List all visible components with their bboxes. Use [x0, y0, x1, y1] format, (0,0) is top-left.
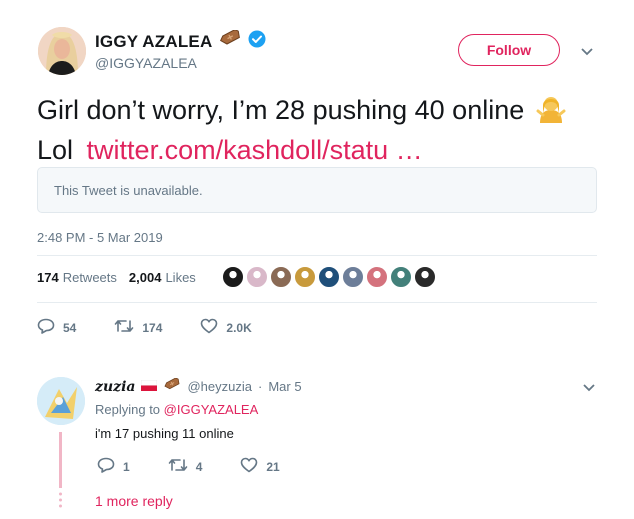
reply-display-name[interactable]: zuzia [95, 379, 135, 395]
retweet-action[interactable]: 174 [114, 318, 162, 337]
reply-handle[interactable]: @heyzuzia [187, 379, 252, 394]
liker-avatar[interactable] [222, 266, 244, 288]
reply-icon [37, 318, 55, 337]
retweet-icon [114, 318, 134, 337]
tweet-text: Girl don’t worry, I’m 28 pushing 40 onli… [37, 92, 607, 168]
like-action[interactable]: 2.0K [200, 318, 252, 337]
likes-count: 2,004 [128, 270, 162, 285]
coffin-emoji-icon [163, 377, 181, 395]
reply-text: i'm 17 pushing 11 online [95, 426, 234, 441]
reply-header: zuzia @heyzuzia · Mar 5 [95, 377, 302, 395]
likes-label: Likes [165, 270, 196, 285]
divider [37, 255, 597, 256]
zuzia-avatar[interactable] [37, 377, 85, 425]
reply-retweet-action[interactable]: 4 [168, 457, 203, 476]
tweet-timestamp[interactable]: 2:48 PM - 5 Mar 2019 [37, 230, 163, 245]
likers-avatars [222, 266, 438, 288]
thread-line [59, 432, 62, 488]
iggy-avatar[interactable] [38, 27, 86, 75]
retweets-stat[interactable]: 174 Retweets [37, 270, 117, 285]
liker-avatar[interactable] [366, 266, 388, 288]
replying-to-prefix: Replying to [95, 402, 161, 417]
reply-count: 54 [63, 320, 77, 335]
reply-like-count: 21 [266, 459, 280, 474]
reply-reply-action[interactable]: 1 [97, 457, 130, 476]
replying-to: Replying to @IGGYAZALEA [95, 402, 258, 417]
liker-avatar[interactable] [294, 266, 316, 288]
liker-avatar[interactable] [342, 266, 364, 288]
reply-retweet-count: 4 [195, 459, 203, 474]
tweet-text-line1: Girl don’t worry, I’m 28 pushing 40 onli… [37, 95, 525, 125]
tweet-actions: 54 174 2.0K [37, 318, 252, 337]
reply-actions: 1 4 21 [97, 457, 280, 476]
more-replies-link[interactable]: 1 more reply [95, 493, 173, 509]
reply-date[interactable]: Mar 5 [268, 379, 301, 394]
replying-to-link[interactable]: @IGGYAZALEA [164, 402, 259, 417]
tweet-menu-chevron-down-icon[interactable] [580, 44, 594, 62]
reply-menu-chevron-down-icon[interactable] [582, 380, 596, 398]
reply-like-action[interactable]: 21 [240, 457, 280, 476]
coffin-emoji-icon [218, 28, 242, 53]
retweets-count: 174 [37, 270, 59, 285]
tweet-stats: 174 Retweets 2,004 Likes [37, 270, 196, 285]
retweet-count: 174 [142, 320, 163, 335]
verified-badge-icon [248, 30, 266, 53]
heart-icon [200, 318, 218, 337]
tweet-link[interactable]: twitter.com/kashdoll/statu … [87, 135, 423, 165]
author-display-name[interactable]: IGGY AZALEA [95, 32, 212, 52]
reply-icon [97, 457, 115, 476]
tweet-text-line2: Lol [37, 135, 74, 165]
quoted-tweet-unavailable: This Tweet is unavailable. [37, 167, 597, 213]
reply-separator: · [257, 379, 263, 394]
liker-avatar[interactable] [246, 266, 268, 288]
retweets-label: Retweets [62, 270, 117, 285]
liker-avatar[interactable] [318, 266, 340, 288]
likes-stat[interactable]: 2,004 Likes [129, 270, 196, 285]
poland-flag-icon [141, 379, 158, 394]
like-count: 2.0K [226, 320, 252, 335]
reply-reply-count: 1 [123, 459, 130, 474]
follow-button[interactable]: Follow [458, 34, 560, 66]
divider [37, 302, 597, 303]
liker-avatar[interactable] [414, 266, 436, 288]
reply-action[interactable]: 54 [37, 318, 76, 337]
author-name-row: IGGY AZALEA [95, 28, 266, 53]
author-handle[interactable]: @IGGYAZALEA [95, 55, 197, 71]
retweet-icon [168, 457, 188, 476]
liker-avatar[interactable] [390, 266, 412, 288]
liker-avatar[interactable] [270, 266, 292, 288]
heart-icon [240, 457, 258, 476]
shrug-emoji-icon [536, 93, 566, 132]
thread-more-dots [59, 492, 62, 508]
